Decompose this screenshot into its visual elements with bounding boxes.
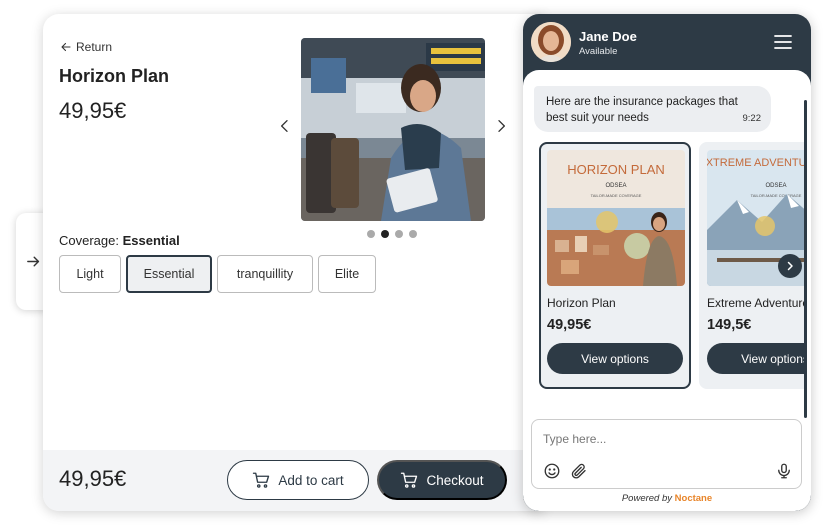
plan-card-name: Horizon Plan	[547, 296, 616, 310]
chat-body: Here are the insurance packages that bes…	[523, 70, 811, 511]
poster-brand: ODSEA	[605, 183, 626, 189]
poster-brand: ODSEA	[765, 183, 786, 189]
coverage-options: Light Essential tranquillity Elite	[59, 255, 376, 293]
emoji-icon[interactable]	[543, 462, 561, 480]
coverage-option-essential[interactable]: Essential	[126, 255, 212, 293]
chat-scrollbar[interactable]	[804, 100, 807, 418]
cart-icon	[253, 472, 270, 488]
plan-cards-carousel: HORIZON PLAN ODSEA TAILOR-MADE COVERAGE	[523, 70, 805, 400]
agent-status: Available	[579, 46, 618, 57]
poster-title: EXTREME ADVENTURE PLAN	[707, 157, 805, 169]
chevron-right-icon	[787, 261, 793, 271]
checkout-label: Checkout	[426, 472, 484, 488]
view-options-button[interactable]: View options	[547, 343, 683, 374]
chat-header: Jane Doe Available	[523, 14, 811, 72]
carousel-dot[interactable]	[409, 230, 417, 238]
return-link[interactable]: Return	[60, 40, 112, 54]
add-to-cart-button[interactable]: Add to cart	[227, 460, 369, 500]
arrow-left-icon	[61, 42, 71, 52]
checkout-button[interactable]: Checkout	[377, 460, 507, 500]
return-label: Return	[76, 40, 113, 54]
cards-next-button[interactable]	[778, 254, 802, 278]
product-panel: Return Horizon Plan 49,95€ Coverage: Ess…	[43, 14, 543, 511]
coverage-option-tranquillity[interactable]: tranquillity	[217, 255, 313, 293]
powered-by-prefix: Powered by	[621, 493, 673, 504]
add-to-cart-label: Add to cart	[278, 472, 344, 488]
carousel-indicators	[367, 230, 417, 238]
plan-card-poster: HORIZON PLAN ODSEA TAILOR-MADE COVERAGE	[547, 150, 685, 286]
plan-card-price: 149,5€	[707, 317, 752, 333]
coverage-selected: Essential	[122, 233, 180, 248]
cart-icon	[401, 472, 418, 488]
plan-card[interactable]: HORIZON PLAN ODSEA TAILOR-MADE COVERAGE	[539, 142, 691, 389]
message-input[interactable]	[543, 430, 783, 448]
carousel-dot-active[interactable]	[381, 230, 389, 238]
footer-price: 49,95€	[59, 466, 127, 491]
carousel-dot[interactable]	[395, 230, 403, 238]
chevron-left-icon[interactable]	[277, 118, 293, 134]
microphone-icon[interactable]	[775, 462, 793, 480]
arrow-right-icon	[26, 256, 39, 267]
brand-logo[interactable]: Noctane	[675, 493, 712, 504]
agent-name: Jane Doe	[579, 29, 637, 44]
coverage-option-light[interactable]: Light	[59, 255, 121, 293]
coverage-label: Coverage: Essential	[59, 233, 180, 248]
plan-price: 49,95€	[59, 98, 127, 123]
chevron-right-icon[interactable]	[493, 118, 509, 134]
plan-card-name: Extreme Adventure Plan	[707, 296, 805, 310]
carousel-dot[interactable]	[367, 230, 375, 238]
view-options-button[interactable]: View options	[707, 343, 805, 374]
chat-panel: Jane Doe Available Here are the insuranc…	[523, 14, 811, 511]
product-footer: 49,95€ Add to cart Checkout	[43, 450, 543, 511]
plan-card-price: 49,95€	[547, 317, 592, 333]
paperclip-icon[interactable]	[570, 462, 588, 480]
page-title: Horizon Plan	[59, 66, 170, 86]
powered-by: Powered by Noctane	[523, 493, 811, 504]
menu-icon[interactable]	[773, 34, 793, 50]
coverage-option-elite[interactable]: Elite	[318, 255, 376, 293]
poster-tagline: TAILOR-MADE COVERAGE	[751, 193, 802, 198]
message-composer	[531, 419, 802, 489]
poster-title: HORIZON PLAN	[567, 162, 665, 177]
poster-tagline: TAILOR-MADE COVERAGE	[591, 193, 642, 198]
coverage-prefix: Coverage:	[59, 233, 119, 248]
product-photo	[301, 38, 485, 221]
avatar	[531, 22, 571, 62]
